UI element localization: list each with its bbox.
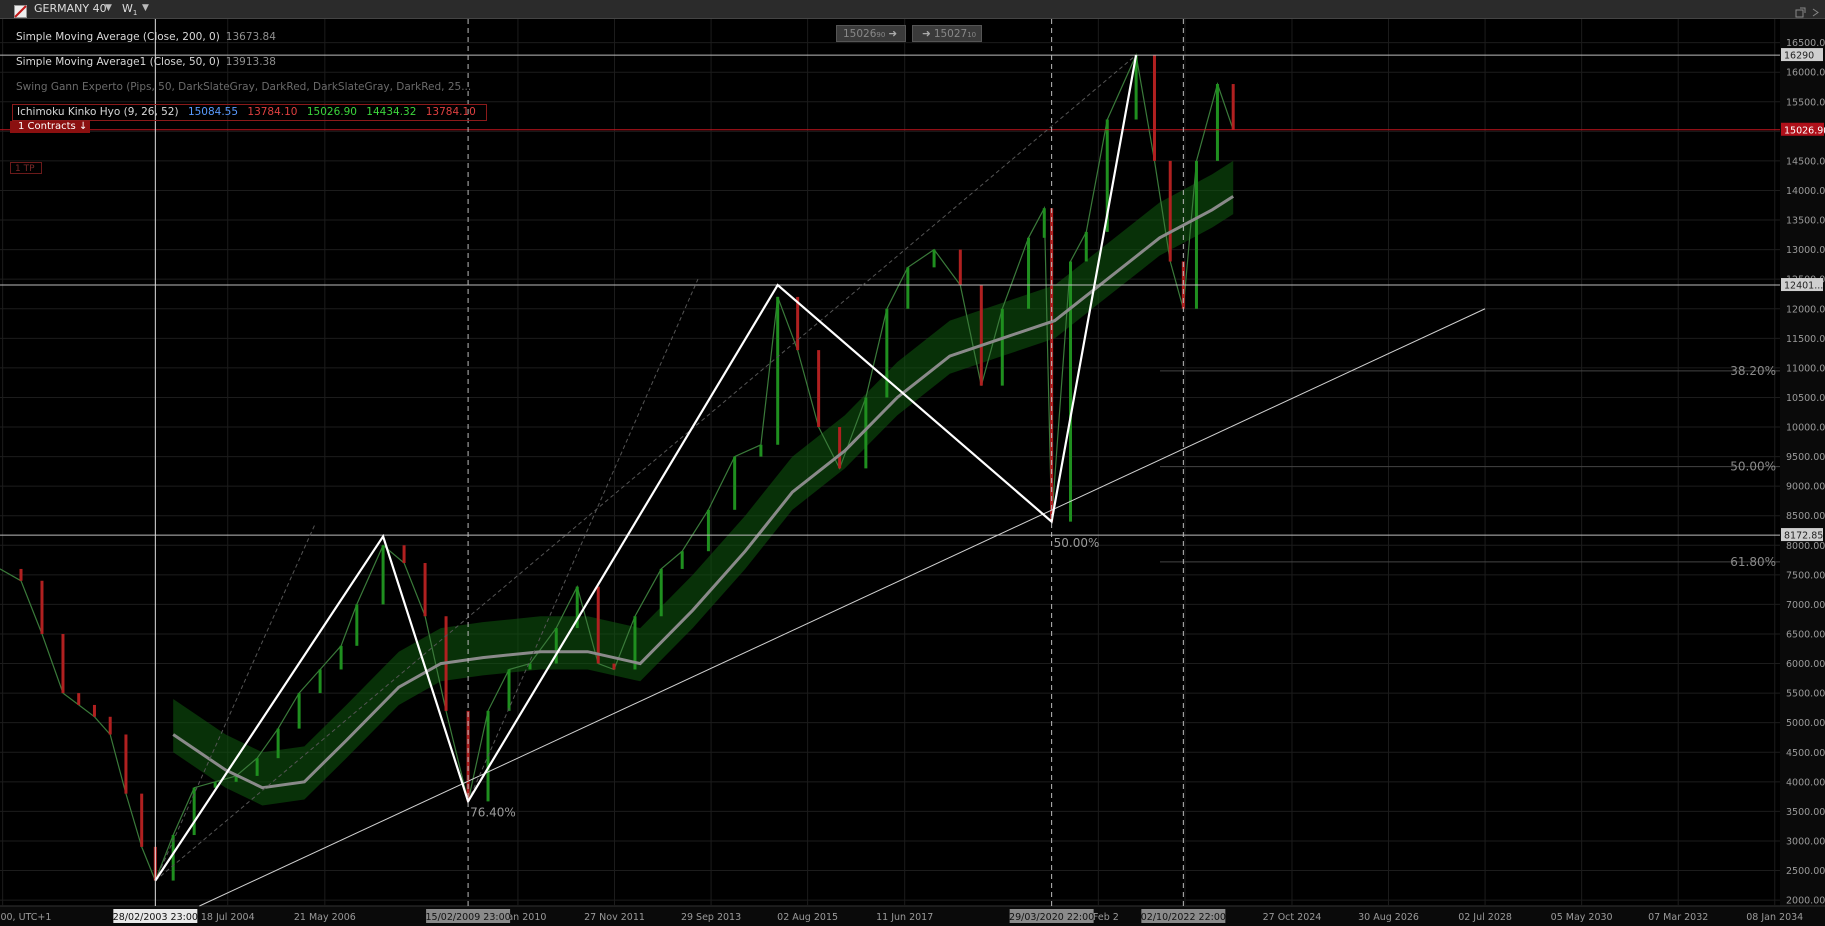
- price-chart[interactable]: 2000.00 2500.00 3000.00 3500.00 4000.00 4500.…: [0, 19, 1825, 926]
- x-tick-label: 29 Sep 2013: [681, 912, 741, 923]
- x-tick-label: 02 Jul 2028: [1458, 912, 1512, 923]
- ichimoku-spanb-value: 14434.32: [366, 106, 417, 118]
- collapse-icon[interactable]: [1810, 3, 1823, 17]
- ichimoku-name: Ichimoku Kinko Hyo (9, 26, 52): [17, 106, 179, 118]
- contracts-label: 1 Contracts: [18, 121, 76, 132]
- timeframe-label[interactable]: W1: [122, 2, 137, 17]
- y-tick-label: 8000.00: [1786, 541, 1825, 552]
- y-tick-label: 6500.00: [1786, 629, 1825, 640]
- chart-type-icon[interactable]: [14, 3, 27, 18]
- timeframe-dropdown-icon[interactable]: ▼: [142, 3, 149, 13]
- sma50-name: Simple Moving Average1 (Close, 50, 0): [16, 56, 220, 68]
- ichimoku-spana-value: 15026.90: [306, 106, 357, 118]
- y-tick-label: 16500.00: [1786, 38, 1825, 49]
- ichimoku-chikou-value: 13784.10: [425, 106, 476, 118]
- x-tick-label: 18 Jul 2004: [201, 912, 255, 923]
- ichimoku-cloud: [173, 160, 1234, 806]
- x-tick-label: 27 Oct 2024: [1263, 912, 1322, 923]
- y-tick-label: 10000.00: [1786, 423, 1825, 434]
- y-tick-label: 12000.00: [1786, 304, 1825, 315]
- symbol-name[interactable]: GERMANY 40: [34, 2, 107, 15]
- x-tick-label: 08 Jan 2034: [1746, 912, 1803, 923]
- fib-level-label: 38.20%: [1730, 364, 1776, 378]
- y-tick-label: 4500.00: [1786, 748, 1825, 759]
- y-tick-label: 16000.00: [1786, 68, 1825, 79]
- h-line-label: 16290: [1784, 51, 1814, 62]
- sell-price-box[interactable]: 1502690 ➜: [836, 25, 906, 42]
- swing-label: 76.40%: [470, 806, 516, 820]
- swing-label: 50.00%: [1054, 536, 1100, 550]
- buy-price-small: 10: [967, 31, 977, 39]
- y-tick-label: 14000.00: [1786, 186, 1825, 197]
- y-tick-label: 5000.00: [1786, 718, 1825, 729]
- y-tick-label: 4000.00: [1786, 777, 1825, 788]
- symbol-dropdown-icon[interactable]: ▼: [105, 3, 112, 13]
- y-tick-label: 14500.00: [1786, 156, 1825, 167]
- date-marker-label: 28/02/2003 23:00: [113, 912, 198, 923]
- sma200-value: 13673.84: [225, 31, 276, 43]
- sell-price: 15026: [843, 28, 877, 40]
- x-tick-label: 27 Nov 2011: [584, 912, 645, 923]
- price-axis-bg: [1780, 19, 1825, 926]
- y-tick-label: 11000.00: [1786, 363, 1825, 374]
- ichimoku-kijun-value: 13784.10: [247, 106, 298, 118]
- fib-level-label: 61.80%: [1730, 555, 1776, 569]
- y-tick-label: 5500.00: [1786, 689, 1825, 700]
- date-marker-label: 02/10/2022 22:00: [1141, 912, 1226, 923]
- x-tick-label: 07 Mar 2032: [1648, 912, 1708, 923]
- y-tick-label: 2500.00: [1786, 866, 1825, 877]
- y-tick-label: 6000.00: [1786, 659, 1825, 670]
- date-marker-label: 15/02/2009 23:00: [426, 912, 511, 923]
- y-tick-label: 9000.00: [1786, 482, 1825, 493]
- y-tick-label: 3500.00: [1786, 807, 1825, 818]
- trend-line: [154, 524, 316, 881]
- y-tick-label: 9500.00: [1786, 452, 1825, 463]
- timeframe-value: W: [122, 2, 133, 15]
- x-tick-label: 11 Jun 2017: [876, 912, 933, 923]
- y-tick-label: 11500.00: [1786, 334, 1825, 345]
- current-price-label: 15026.90: [1784, 125, 1825, 136]
- y-tick-label: 13500.00: [1786, 216, 1825, 227]
- sma50-value: 13913.38: [225, 56, 276, 68]
- swing-gann-name: Swing Gann Experto (Pips, 50, DarkSlateG…: [16, 81, 472, 93]
- h-line-label: 8172.85: [1784, 531, 1823, 542]
- buy-price: 15027: [933, 28, 968, 40]
- y-tick-label: 2000.00: [1786, 896, 1825, 907]
- y-tick-label: 15500.00: [1786, 97, 1825, 108]
- contracts-badge[interactable]: 1 Contracts ↓: [10, 121, 90, 133]
- fib-level-label: 50.00%: [1730, 460, 1776, 474]
- x-tick-label: 05 May 2030: [1551, 912, 1613, 923]
- sma200-name: Simple Moving Average (Close, 200, 0): [16, 31, 220, 43]
- ichimoku-legend[interactable]: Ichimoku Kinko Hyo (9, 26, 52) 15084.55 …: [12, 104, 487, 121]
- y-tick-label: 7500.00: [1786, 570, 1825, 581]
- sma50-legend[interactable]: Simple Moving Average1 (Close, 50, 0) 139…: [16, 56, 276, 68]
- x-tick-label: 02 Apr 2000, UTC+1: [0, 912, 51, 923]
- swing-gann-legend[interactable]: Swing Gann Experto (Pips, 50, DarkSlateG…: [16, 81, 471, 93]
- arrow-down-icon: ↓: [78, 121, 88, 132]
- y-tick-label: 8500.00: [1786, 511, 1825, 522]
- popout-icon[interactable]: [1795, 3, 1808, 18]
- x-tick-label: 02 Aug 2015: [777, 912, 838, 923]
- x-tick-label: 21 May 2006: [294, 912, 356, 923]
- date-marker-label: 29/03/2020 22:00: [1009, 912, 1094, 923]
- y-tick-label: 7000.00: [1786, 600, 1825, 611]
- ichimoku-tenkan-value: 15084.55: [187, 106, 239, 118]
- sell-price-small: 90: [876, 31, 886, 39]
- buy-price-box[interactable]: ➜ 1502710: [912, 25, 982, 42]
- timeframe-sub: 1: [132, 9, 138, 18]
- y-tick-label: 10500.00: [1786, 393, 1825, 404]
- y-tick-label: 3000.00: [1786, 836, 1825, 847]
- h-line-label: 12401...: [1784, 281, 1823, 292]
- arrow-right-icon: ➜: [888, 28, 898, 40]
- toolbar: GERMANY 40 ▼ W1 ▼: [0, 0, 1825, 19]
- take-profit-badge[interactable]: 1 TP: [10, 162, 42, 174]
- arrow-right-icon: ➜: [922, 28, 931, 40]
- x-tick-label: 30 Aug 2026: [1358, 912, 1419, 923]
- sma200-legend[interactable]: Simple Moving Average (Close, 200, 0) 136…: [16, 31, 276, 43]
- y-tick-label: 13000.00: [1786, 245, 1825, 256]
